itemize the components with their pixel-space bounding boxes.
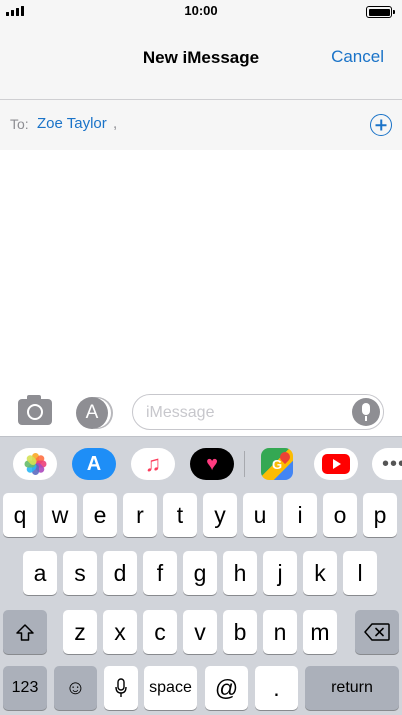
key-k[interactable]: k — [303, 551, 337, 595]
key-q[interactable]: q — [3, 493, 37, 537]
key-g[interactable]: g — [183, 551, 217, 595]
compose-bar: A iMessage — [0, 388, 402, 436]
key-c[interactable]: c — [143, 610, 177, 654]
key-e[interactable]: e — [83, 493, 117, 537]
emoji-icon: ☺ — [65, 676, 86, 699]
music-note-icon: ♫ — [144, 451, 162, 476]
youtube-app-button[interactable] — [314, 448, 358, 480]
battery-icon — [366, 6, 395, 18]
drawer-divider — [244, 451, 245, 477]
app-store-icon[interactable]: A — [76, 397, 108, 429]
key-b[interactable]: b — [223, 610, 257, 654]
key-u[interactable]: u — [243, 493, 277, 537]
message-placeholder: iMessage — [146, 404, 215, 421]
key-v[interactable]: v — [183, 610, 217, 654]
status-bar: 10:00 — [0, 0, 402, 24]
keyboard: 123 ☺ space @ . return qwertyuiop asdfghj… — [0, 493, 402, 715]
key-s[interactable]: s — [63, 551, 97, 595]
camera-icon[interactable] — [18, 395, 52, 425]
key-z[interactable]: z — [63, 610, 97, 654]
message-input[interactable]: iMessage — [132, 394, 384, 430]
key-w[interactable]: w — [43, 493, 77, 537]
key-p[interactable]: p — [363, 493, 397, 537]
message-thread-area — [0, 150, 402, 388]
key-t[interactable]: t — [163, 493, 197, 537]
status-time: 10:00 — [184, 3, 218, 18]
numbers-key[interactable]: 123 — [3, 666, 47, 710]
google-maps-icon: G — [261, 448, 293, 480]
to-label: To: — [10, 116, 29, 132]
shift-icon — [16, 623, 34, 641]
emoji-key[interactable]: ☺ — [54, 666, 97, 710]
youtube-icon — [322, 454, 350, 474]
google-maps-app-button[interactable]: G — [255, 448, 299, 480]
key-r[interactable]: r — [123, 493, 157, 537]
backspace-icon — [364, 623, 390, 641]
recipients-field[interactable]: To: Zoe Taylor , — [0, 100, 402, 150]
photos-icon — [24, 453, 46, 475]
app-store-app-button[interactable]: A — [72, 448, 116, 480]
return-key[interactable]: return — [305, 666, 399, 710]
key-i[interactable]: i — [283, 493, 317, 537]
app-store-icon: A — [72, 448, 116, 480]
microphone-icon[interactable] — [352, 398, 380, 426]
key-f[interactable]: f — [143, 551, 177, 595]
photos-app-button[interactable] — [13, 448, 57, 480]
key-j[interactable]: j — [263, 551, 297, 595]
key-a[interactable]: a — [23, 551, 57, 595]
key-m[interactable]: m — [303, 610, 337, 654]
space-key[interactable]: space — [144, 666, 197, 710]
delete-key[interactable] — [355, 610, 399, 654]
navigation-bar: New iMessage Cancel — [0, 24, 402, 100]
key-d[interactable]: d — [103, 551, 137, 595]
key-l[interactable]: l — [343, 551, 377, 595]
period-key[interactable]: . — [255, 666, 298, 710]
key-y[interactable]: y — [203, 493, 237, 537]
music-app-button[interactable]: ♫ — [131, 448, 175, 480]
more-icon: ••• — [381, 453, 402, 475]
key-o[interactable]: o — [323, 493, 357, 537]
shift-key[interactable] — [3, 610, 47, 654]
microphone-icon — [115, 678, 127, 697]
more-apps-button[interactable]: ••• — [372, 448, 402, 480]
recipient-separator: , — [113, 115, 118, 132]
add-contact-icon[interactable] — [370, 114, 392, 136]
key-n[interactable]: n — [263, 610, 297, 654]
app-drawer: A ♫ ♥ G ••• — [0, 436, 402, 493]
key-h[interactable]: h — [223, 551, 257, 595]
key-x[interactable]: x — [103, 610, 137, 654]
at-key[interactable]: @ — [205, 666, 248, 710]
digital-touch-app-button[interactable]: ♥ — [190, 448, 234, 480]
recipient-token[interactable]: Zoe Taylor — [37, 115, 107, 132]
cancel-button[interactable]: Cancel — [331, 47, 384, 67]
heart-icon: ♥ — [190, 448, 234, 480]
dictation-key[interactable] — [104, 666, 138, 710]
